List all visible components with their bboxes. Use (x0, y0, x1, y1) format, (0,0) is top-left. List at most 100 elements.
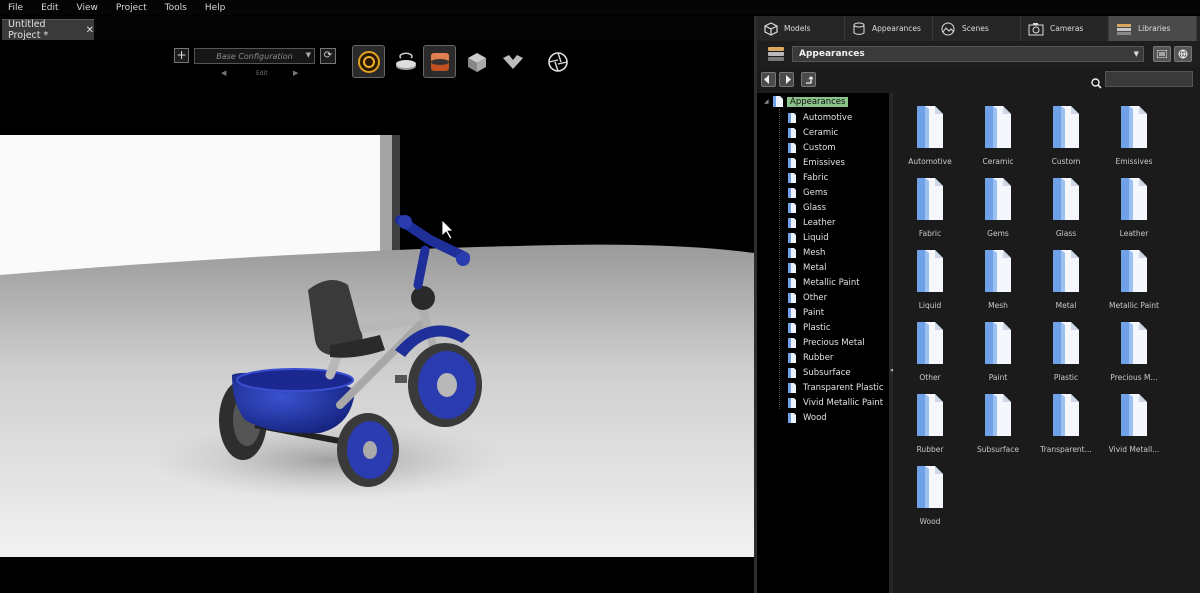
document-tab[interactable]: Untitled Project * ✕ (2, 19, 94, 41)
folder-tile[interactable]: Paint (964, 317, 1032, 389)
menu-project[interactable]: Project (116, 3, 147, 13)
folder-icon (915, 393, 945, 441)
tab-appearances[interactable]: Appearances (845, 16, 933, 41)
folder-icon (787, 367, 797, 379)
render-mode-button[interactable] (352, 45, 385, 78)
tree-item-precious-metal[interactable]: Precious Metal (787, 335, 865, 350)
folder-tile[interactable]: Wood (896, 461, 964, 533)
arrow-right-icon (786, 75, 791, 84)
folder-tile-label: Custom (1051, 157, 1081, 166)
folder-tile[interactable]: Leather (1100, 173, 1168, 245)
refresh-configuration-button[interactable]: ⟳ (320, 48, 336, 64)
camera-aperture-button[interactable] (541, 45, 574, 78)
environment-button[interactable] (423, 45, 456, 78)
tree-item-other[interactable]: Other (787, 290, 827, 305)
folder-icon (787, 412, 797, 424)
back-button[interactable] (761, 72, 776, 87)
tab-models[interactable]: Models (757, 16, 845, 41)
tab-libraries[interactable]: Libraries (1109, 16, 1197, 41)
folder-icon (772, 93, 784, 112)
menu-file[interactable]: File (8, 3, 23, 13)
library-select[interactable]: Appearances ▼ (792, 46, 1144, 62)
close-icon[interactable]: ✕ (86, 25, 94, 36)
folder-tile[interactable]: Fabric (896, 173, 964, 245)
viewport-bottom-strip (0, 557, 754, 593)
globe-icon (1178, 49, 1188, 59)
folder-tile[interactable]: Gems (964, 173, 1032, 245)
folder-icon (1051, 105, 1081, 153)
library-toolbar (757, 67, 1200, 93)
floor-button[interactable] (496, 45, 529, 78)
tree-item-label: Paint (803, 307, 825, 318)
folder-tile[interactable]: Rubber (896, 389, 964, 461)
library-stack-icon (766, 46, 786, 66)
tree-item-liquid[interactable]: Liquid (787, 230, 829, 245)
edit-configuration-label[interactable]: Edit (256, 70, 268, 77)
folder-tile[interactable]: Emissives (1100, 101, 1168, 173)
sun-render-icon (357, 50, 380, 73)
tree-item-automotive[interactable]: Automotive (787, 110, 852, 125)
folder-tile[interactable]: Metal (1032, 245, 1100, 317)
tree-item-vivid-metallic-paint[interactable]: Vivid Metallic Paint (787, 395, 883, 410)
list-view-button[interactable] (1153, 46, 1171, 62)
folder-tile[interactable]: Ceramic (964, 101, 1032, 173)
tree-item-label: Transparent Plastic (803, 382, 884, 393)
folder-tile[interactable]: Custom (1032, 101, 1100, 173)
tree-item-plastic[interactable]: Plastic (787, 320, 831, 335)
tree-item-paint[interactable]: Paint (787, 305, 824, 320)
tree-item-subsurface[interactable]: Subsurface (787, 365, 851, 380)
tree-item-emissives[interactable]: Emissives (787, 155, 845, 170)
tab-label: Models (784, 24, 811, 33)
model-view-button[interactable] (460, 45, 493, 78)
folder-grid: Automotive Ceramic Custom Emissives Fabric Ge… (893, 93, 1200, 593)
menu-help[interactable]: Help (205, 3, 226, 13)
folder-tile[interactable]: Automotive (896, 101, 964, 173)
folder-tile[interactable]: Other (896, 317, 964, 389)
tree-item-rubber[interactable]: Rubber (787, 350, 833, 365)
books-icon (1116, 22, 1132, 36)
folder-tile[interactable]: Metallic Paint (1100, 245, 1168, 317)
folder-tile[interactable]: Precious M... (1100, 317, 1168, 389)
folder-tile[interactable]: Transparent... (1032, 389, 1100, 461)
tree-item-wood[interactable]: Wood (787, 410, 827, 425)
menu-edit[interactable]: Edit (41, 3, 58, 13)
render-viewport[interactable] (0, 135, 754, 557)
tree-item-mesh[interactable]: Mesh (787, 245, 825, 260)
add-configuration-button[interactable]: + (174, 48, 189, 63)
folder-tile[interactable]: Plastic (1032, 317, 1100, 389)
tree-item-gems[interactable]: Gems (787, 185, 828, 200)
web-library-button[interactable] (1174, 46, 1192, 62)
folder-tile[interactable]: Subsurface (964, 389, 1032, 461)
tree-item-fabric[interactable]: Fabric (787, 170, 828, 185)
folder-tile-label: Leather (1119, 229, 1149, 238)
search-input[interactable] (1105, 71, 1193, 87)
menu-tools[interactable]: Tools (165, 3, 187, 13)
up-folder-button[interactable] (801, 72, 816, 87)
next-configuration-button[interactable]: ▶ (293, 69, 298, 77)
tab-cameras[interactable]: Cameras (1021, 16, 1109, 41)
folder-tile[interactable]: Glass (1032, 173, 1100, 245)
folder-tile[interactable]: Vivid Metall... (1100, 389, 1168, 461)
forward-button[interactable] (779, 72, 794, 87)
tree-root-appearances[interactable]: Appearances (772, 93, 849, 112)
tree-item-metallic-paint[interactable]: Metallic Paint (787, 275, 860, 290)
tree-item-metal[interactable]: Metal (787, 260, 826, 275)
collapse-icon[interactable]: ◢ (764, 98, 769, 105)
folder-icon (915, 321, 945, 369)
tree-item-glass[interactable]: Glass (787, 200, 826, 215)
folder-icon (983, 105, 1013, 153)
tree-item-transparent-plastic[interactable]: Transparent Plastic (787, 380, 884, 395)
menu-view[interactable]: View (77, 3, 98, 13)
configuration-select[interactable]: Base Configuration ▼ (194, 48, 315, 64)
tree-item-custom[interactable]: Custom (787, 140, 836, 155)
search-icon (1091, 74, 1102, 93)
previous-configuration-button[interactable]: ◀ (221, 69, 226, 77)
folder-tile[interactable]: Liquid (896, 245, 964, 317)
tree-item-leather[interactable]: Leather (787, 215, 835, 230)
folder-tile[interactable]: Mesh (964, 245, 1032, 317)
turntable-button[interactable] (389, 45, 422, 78)
folder-tile-label: Emissives (1115, 157, 1153, 166)
folder-tile-label: Rubber (916, 445, 944, 454)
tree-item-ceramic[interactable]: Ceramic (787, 125, 838, 140)
tab-scenes[interactable]: Scenes (933, 16, 1021, 41)
